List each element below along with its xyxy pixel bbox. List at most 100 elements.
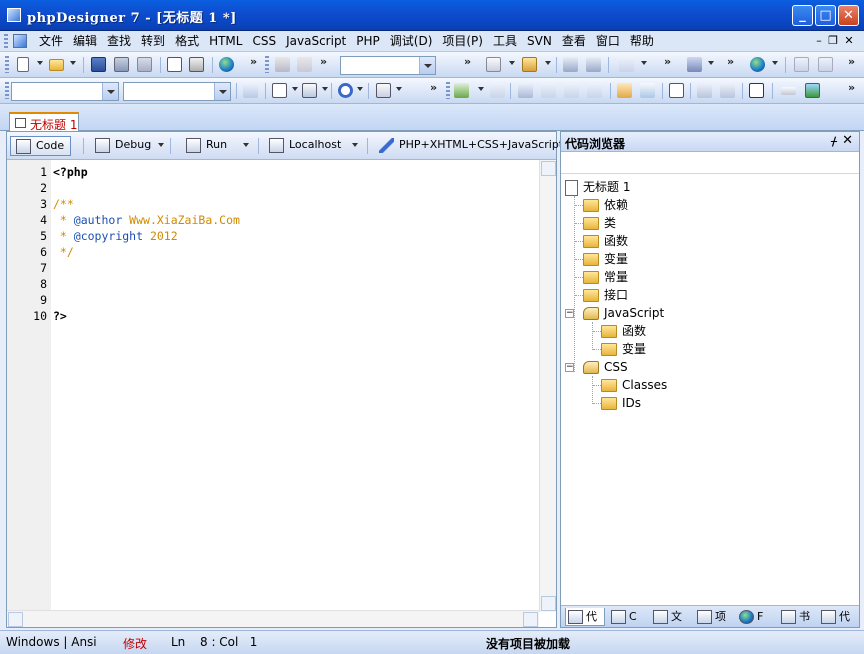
search-combo[interactable] [340,56,436,75]
chevron-down-icon[interactable] [214,83,230,100]
toolbar-grip[interactable] [265,56,269,73]
maximize-button[interactable]: □ [815,5,836,26]
tree-group-css[interactable]: CSS [583,358,628,376]
back-button[interactable] [618,56,636,73]
new-file-button[interactable] [14,56,32,73]
debug-run-button[interactable] [453,82,471,99]
document-icon[interactable] [13,34,27,48]
debug-run-dropdown[interactable] [478,87,484,91]
tab-projects[interactable]: 项 [695,608,733,626]
browser-preview-button[interactable] [218,56,236,73]
toolbar-overflow-chevron[interactable]: » [664,55,671,68]
menu-svn[interactable]: SVN [522,33,557,49]
clock-dropdown[interactable] [357,87,363,91]
collapse-javascript-toggle[interactable]: − [565,309,574,318]
close-button[interactable]: ✕ [838,5,859,26]
run-button[interactable]: Run [186,136,250,156]
mdi-minimize-button[interactable]: – [812,33,826,49]
tab-bookmarks[interactable]: 书 [779,608,817,626]
tab-code-browser[interactable]: 代 [565,608,605,626]
template-button[interactable] [521,56,539,73]
code-line[interactable]: 5 * @copyright 2012 [7,228,537,244]
toolbar-overflow-chevron[interactable]: » [320,55,327,68]
toolbar-overflow-chevron[interactable]: » [464,55,471,68]
scroll-left-button[interactable] [8,612,23,627]
print-preview-button[interactable] [166,56,184,73]
tab-files[interactable]: 文 [651,608,691,626]
code-line[interactable]: 10 ?> [7,308,537,324]
toolbar-overflow-chevron[interactable]: » [727,55,734,68]
new-file-dropdown[interactable] [37,61,43,65]
tree-item-js-variables[interactable]: 变量 [601,340,646,358]
tools-dropdown[interactable] [708,61,714,65]
scroll-right-button[interactable] [523,612,538,627]
tab-code-explorer[interactable]: C [609,608,647,626]
tree-group-javascript[interactable]: JavaScript [583,304,664,322]
tree-item-js-functions[interactable]: 函数 [601,322,646,340]
document-tab[interactable]: 无标题 1 [9,112,79,132]
menu-view[interactable]: 查看 [557,33,591,49]
layout-button[interactable] [271,82,289,99]
tree-item-css-classes[interactable]: Classes [601,376,667,394]
chevron-down-icon[interactable] [102,83,118,100]
open-file-button[interactable] [48,56,66,73]
bookmark-prev-button[interactable] [696,82,714,99]
checkbox-button[interactable] [748,82,766,99]
save-all-button[interactable] [113,56,131,73]
tree-item-constants[interactable]: 常量 [583,268,628,286]
uncomment-button[interactable] [586,82,604,99]
function-combo[interactable] [123,82,231,101]
view-button[interactable] [668,82,686,99]
tree-item-functions[interactable]: 函数 [583,232,628,250]
image-button[interactable] [804,82,822,99]
open-file-dropdown[interactable] [70,61,76,65]
toolbar-overflow-chevron[interactable]: » [250,55,257,68]
menu-format[interactable]: 格式 [170,33,204,49]
toolbar-grip[interactable] [5,82,9,99]
menu-tools[interactable]: 工具 [488,33,522,49]
toolbar-grip[interactable] [5,56,9,73]
step-button[interactable] [489,82,507,99]
snippet-button[interactable] [485,56,503,73]
form-dropdown[interactable] [322,87,328,91]
pin-icon[interactable]: ᚋ [831,134,837,148]
import-button[interactable] [793,56,811,73]
clipboard-button[interactable] [375,82,393,99]
filter-clear-button[interactable] [585,56,603,73]
menu-help[interactable]: 帮助 [625,33,659,49]
layout-dropdown[interactable] [292,87,298,91]
web-button[interactable] [749,56,767,73]
close-file-button[interactable] [136,56,154,73]
syntax-mode-button[interactable]: PHP+XHTML+CSS+JavaScript [379,136,584,156]
menu-php[interactable]: PHP [351,33,385,49]
menu-file[interactable]: 文件 [34,33,68,49]
tools-button[interactable] [686,56,704,73]
close-icon[interactable]: ✕ [842,133,853,148]
outdent-button[interactable] [540,82,558,99]
mdi-close-button[interactable]: ✕ [842,33,856,49]
vertical-scrollbar[interactable] [539,160,556,612]
code-line[interactable]: 6 */ [7,244,537,260]
minimize-button[interactable]: _ [792,5,813,26]
code-line[interactable]: 9 [7,292,537,308]
menu-project[interactable]: 项目(P) [437,33,488,49]
menu-html[interactable]: HTML [204,33,247,49]
horizontal-scrollbar[interactable] [7,610,539,627]
form-button[interactable] [301,82,319,99]
localhost-button[interactable]: Localhost [269,136,359,156]
web-dropdown[interactable] [772,61,778,65]
menubar-grip[interactable] [4,34,8,49]
code-line[interactable]: 2 [7,180,537,196]
collapse-css-toggle[interactable]: − [565,363,574,372]
menu-css[interactable]: CSS [247,33,281,49]
menu-window[interactable]: 窗口 [591,33,625,49]
hand-button[interactable] [616,82,634,99]
code-line[interactable]: 3 /** [7,196,537,212]
tab-snippets[interactable]: 代 [819,608,857,626]
indent-button[interactable] [517,82,535,99]
tree-item-classes[interactable]: 类 [583,214,616,232]
toolbar-overflow-chevron[interactable]: » [848,55,855,68]
scroll-up-button[interactable] [541,161,556,176]
copy-button[interactable] [296,56,314,73]
tree-item-variables[interactable]: 变量 [583,250,628,268]
